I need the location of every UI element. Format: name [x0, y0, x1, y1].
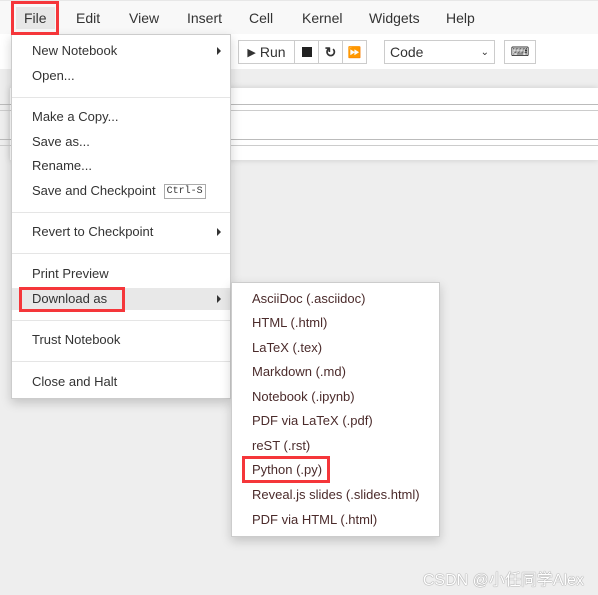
caret-right-icon [217, 47, 221, 55]
menu-divider [12, 320, 230, 321]
menu-item-new-notebook[interactable]: New Notebook [12, 40, 230, 62]
keyboard-icon: ⌨ [510, 44, 530, 59]
play-icon: ▶ [247, 46, 256, 59]
menu-item-revert[interactable]: Revert to Checkpoint [12, 221, 230, 243]
run-label: Run [259, 44, 286, 60]
download-notebook[interactable]: Notebook (.ipynb) [232, 386, 439, 408]
caret-right-icon [217, 295, 221, 303]
menu-help[interactable]: Help [446, 10, 475, 26]
restart-icon: ↻ [324, 43, 337, 60]
menu-divider [12, 97, 230, 98]
download-latex[interactable]: LaTeX (.tex) [232, 337, 439, 359]
caret-right-icon [217, 228, 221, 236]
highlight-box-file [11, 1, 59, 35]
download-markdown[interactable]: Markdown (.md) [232, 361, 439, 383]
menu-insert[interactable]: Insert [187, 10, 222, 26]
menu-item-print-preview[interactable]: Print Preview [12, 263, 230, 285]
watermark: CSDN @小任同学Alex [422, 572, 584, 589]
menu-kernel[interactable]: Kernel [302, 10, 342, 26]
chevron-down-icon: ⌄ [480, 46, 489, 58]
download-asciidoc[interactable]: AsciiDoc (.asciidoc) [232, 288, 439, 310]
cell-type-select[interactable]: Code ⌄ [384, 40, 495, 64]
download-pdf-html[interactable]: PDF via HTML (.html) [232, 509, 439, 531]
run-button[interactable]: ▶ Run [238, 40, 295, 64]
stop-icon [301, 47, 312, 57]
menu-item-save-as[interactable]: Save as... [12, 131, 230, 153]
menu-cell[interactable]: Cell [249, 10, 273, 26]
menu-item-trust[interactable]: Trust Notebook [12, 329, 230, 351]
restart-run-all-button[interactable]: ⏩ [342, 40, 367, 64]
menu-widgets[interactable]: Widgets [369, 10, 420, 26]
menu-item-make-copy[interactable]: Make a Copy... [12, 106, 230, 128]
menu-view[interactable]: View [129, 10, 159, 26]
menu-item-close-halt[interactable]: Close and Halt [12, 371, 230, 393]
restart-button[interactable]: ↻ [318, 40, 343, 64]
highlight-box-python [242, 456, 330, 483]
menu-item-open[interactable]: Open... [12, 65, 230, 87]
fast-forward-icon: ⏩ [347, 46, 362, 59]
menu-item-rename[interactable]: Rename... [12, 155, 230, 177]
file-menu: New Notebook Open... Make a Copy... Save… [11, 34, 231, 399]
menubar: File Edit View Insert Cell Kernel Widget… [0, 0, 598, 34]
download-reveal-slides[interactable]: Reveal.js slides (.slides.html) [232, 484, 439, 506]
highlight-box-download-as [19, 287, 125, 312]
menu-divider [12, 361, 230, 362]
download-submenu: AsciiDoc (.asciidoc) HTML (.html) LaTeX … [231, 282, 440, 537]
menu-divider [12, 253, 230, 254]
cell-type-value: Code [390, 44, 424, 60]
shortcut-badge: Ctrl-S [163, 184, 206, 200]
interrupt-button[interactable] [294, 40, 319, 64]
menu-edit[interactable]: Edit [76, 10, 100, 26]
download-html[interactable]: HTML (.html) [232, 312, 439, 334]
download-rest[interactable]: reST (.rst) [232, 435, 439, 457]
menu-item-save-checkpoint[interactable]: Save and Checkpoint Ctrl-S [12, 180, 230, 202]
menu-divider [12, 212, 230, 213]
command-palette-button[interactable]: ⌨ [504, 40, 536, 64]
download-pdf-latex[interactable]: PDF via LaTeX (.pdf) [232, 410, 439, 432]
